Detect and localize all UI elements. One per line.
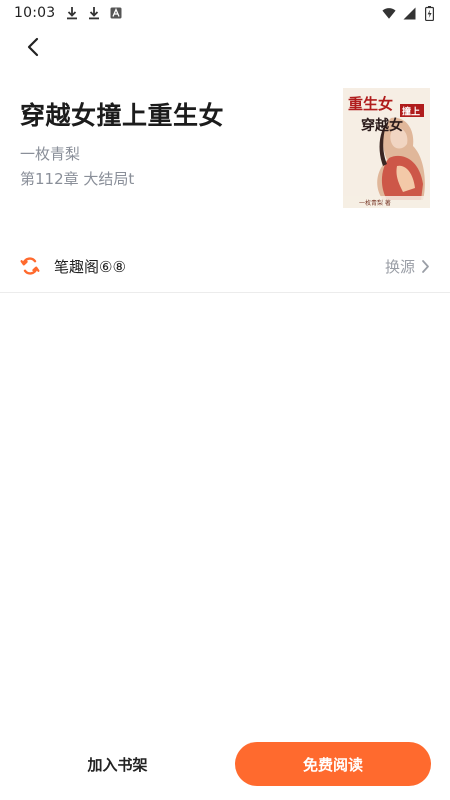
download-icon — [87, 6, 101, 20]
status-left: 10:03 — [14, 5, 123, 21]
latest-chapter[interactable]: 第112章 大结局t — [20, 168, 134, 189]
book-cover-art: 重生女 撞上 穿越女 一枚青梨 著 — [343, 88, 430, 208]
source-row: 笔趣阁⑥⑧ 换源 — [0, 248, 450, 284]
bottom-action-bar: 加入书架 免费阅读 — [0, 738, 450, 790]
battery-charging-icon — [422, 5, 436, 21]
cover-title-line1: 重生女 — [348, 95, 393, 113]
current-source[interactable]: 笔趣阁⑥⑧ — [20, 256, 126, 277]
download-icon — [65, 6, 79, 20]
cover-footer: 一枚青梨 著 — [359, 199, 391, 207]
book-cover: 重生女 撞上 穿越女 一枚青梨 著 — [343, 88, 430, 208]
read-free-button[interactable]: 免费阅读 — [235, 742, 431, 786]
book-detail-screen: 10:03 穿越女撞上重生女 一枚青梨 第112章 大结局t 重生女 撞上 穿越… — [0, 0, 450, 800]
wifi-icon — [382, 6, 396, 20]
back-button[interactable] — [18, 34, 48, 60]
status-notification-icons — [65, 6, 123, 20]
switch-source-label: 换源 — [384, 257, 415, 276]
source-name: 笔趣阁⑥⑧ — [54, 257, 126, 276]
status-right — [382, 5, 436, 21]
signal-icon — [402, 6, 416, 20]
source-swap-icon — [20, 257, 40, 275]
status-time: 10:03 — [14, 5, 56, 21]
switch-source-button[interactable]: 换源 — [385, 256, 430, 277]
book-title: 穿越女撞上重生女 — [20, 101, 225, 130]
cover-badge: 撞上 — [402, 106, 420, 118]
chevron-right-icon — [422, 259, 429, 273]
book-author[interactable]: 一枚青梨 — [20, 143, 80, 164]
chevron-left-icon — [27, 37, 39, 57]
status-bar: 10:03 — [0, 0, 450, 26]
section-divider — [0, 292, 450, 293]
cover-title-line2: 穿越女 — [361, 117, 403, 134]
notification-a-icon — [109, 6, 123, 20]
add-to-shelf-button[interactable]: 加入书架 — [0, 738, 235, 790]
